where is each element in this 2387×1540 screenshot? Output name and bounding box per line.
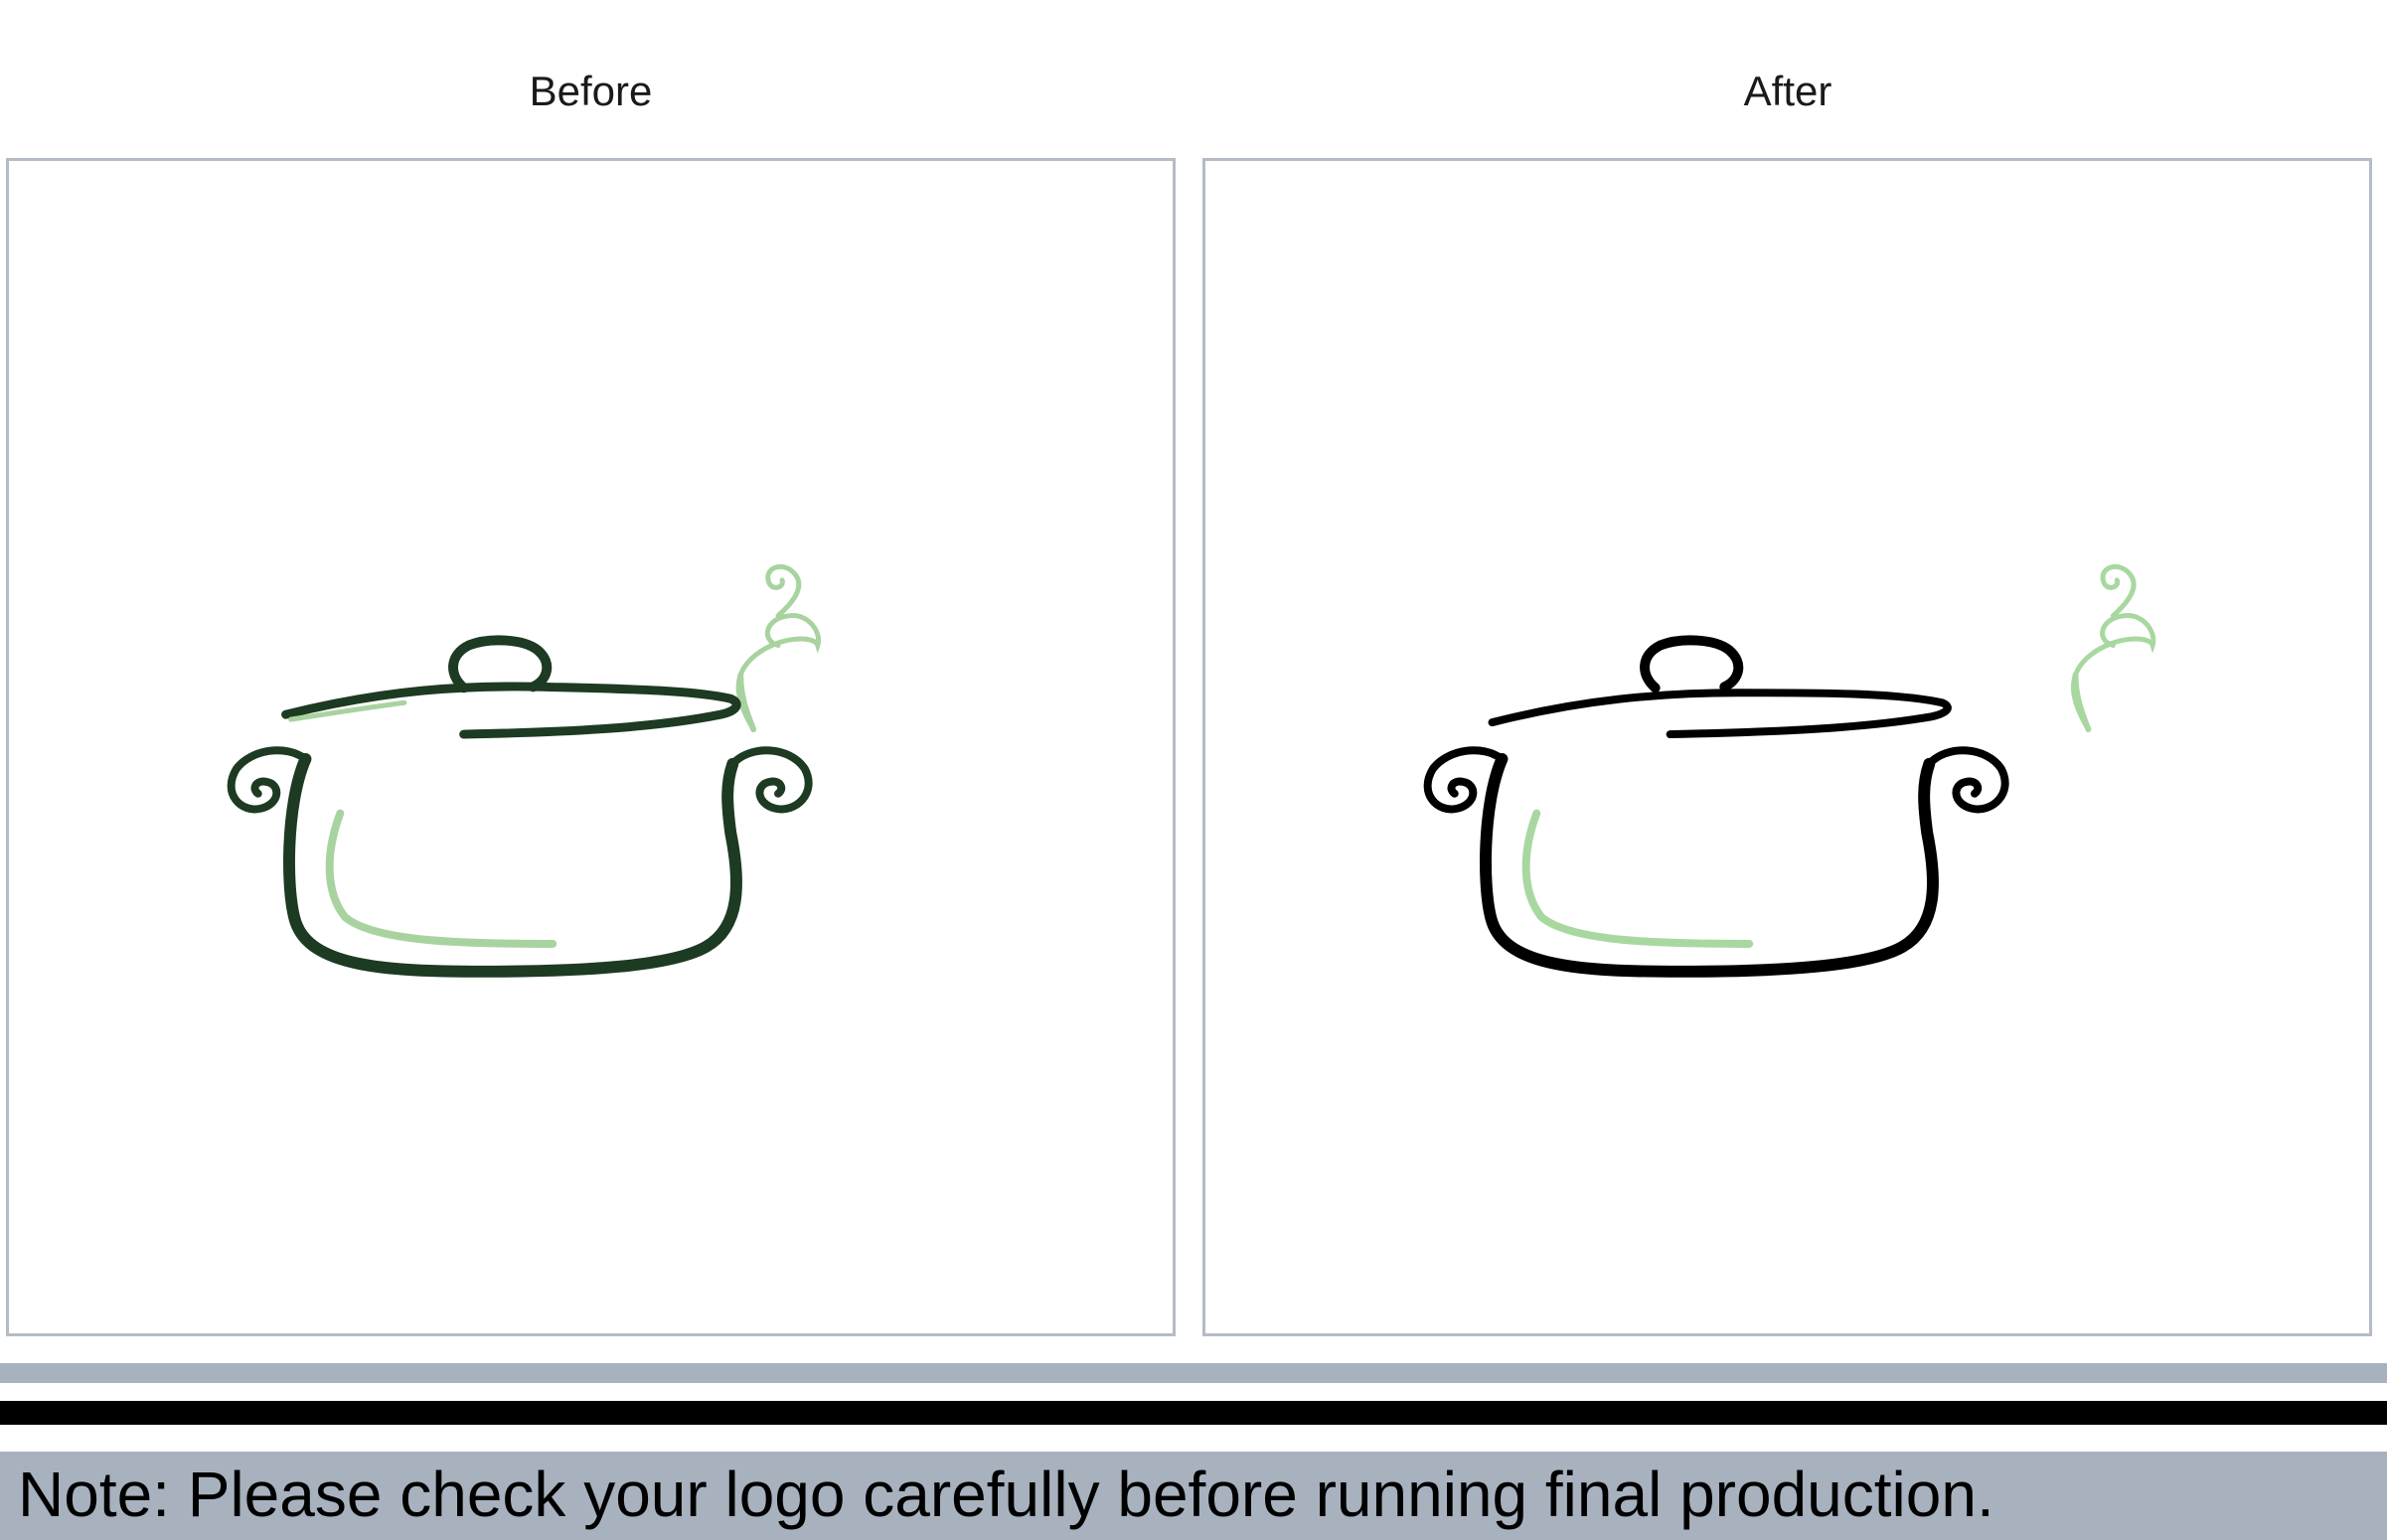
production-note: Note: Please check your logo carefully b… (18, 1459, 1994, 1530)
grey-divider-stripe (0, 1363, 2387, 1383)
steam-swirl-icon (2070, 563, 2156, 732)
pot-logo-icon (227, 563, 822, 978)
after-pot-logo-icon (1423, 563, 2156, 978)
pot-logo-icon (1423, 563, 2156, 978)
after-panel (1202, 158, 2372, 1336)
before-panel (6, 158, 1176, 1336)
before-pot-logo-icon (227, 563, 822, 978)
black-divider-stripe (0, 1401, 2387, 1425)
steam-swirl-icon (735, 563, 822, 732)
before-title: Before (529, 68, 653, 114)
after-title: After (1743, 68, 1832, 114)
note-bar: Note: Please check your logo carefully b… (0, 1452, 2387, 1540)
